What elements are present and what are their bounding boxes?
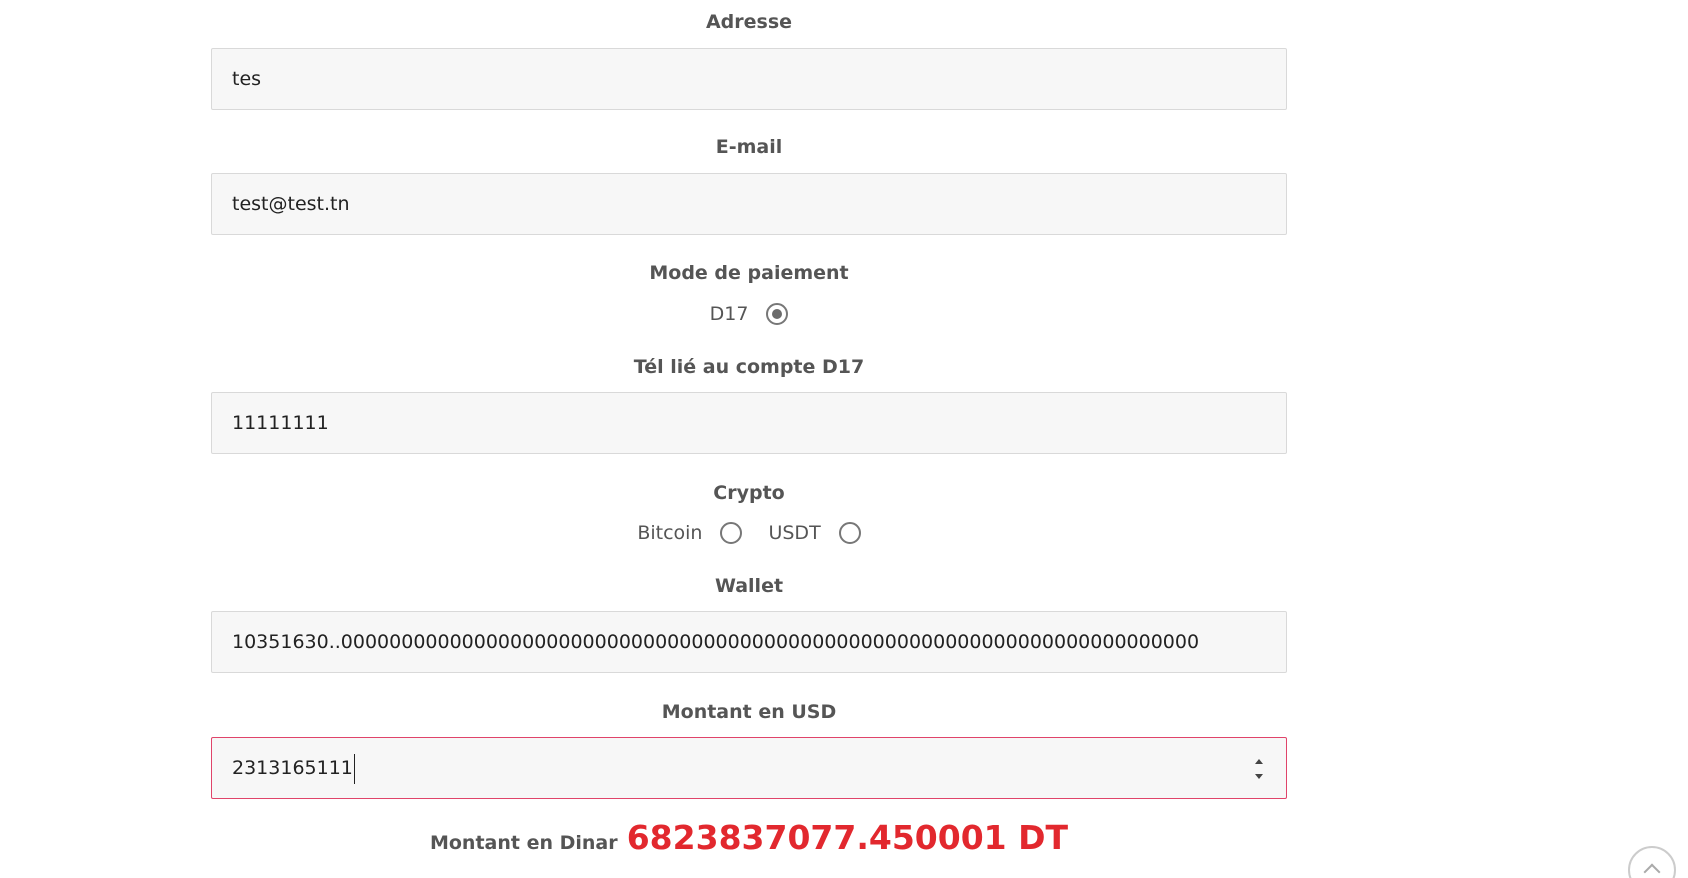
address-field[interactable]: tes bbox=[211, 48, 1287, 110]
radio-label-bitcoin: Bitcoin bbox=[637, 522, 703, 544]
amount-usd-value: 2313165111 bbox=[232, 757, 353, 779]
scroll-top-button[interactable] bbox=[1628, 846, 1676, 878]
crypto-label: Crypto bbox=[713, 482, 785, 504]
amount-dinar-value: 6823837077.450001 DT bbox=[626, 818, 1069, 857]
chevron-up-icon bbox=[1643, 863, 1661, 878]
wallet-value: 10351630..000000000000000000000000000000… bbox=[232, 631, 1200, 653]
radio-label-usdt: USDT bbox=[768, 522, 821, 544]
payment-mode-label: Mode de paiement bbox=[649, 262, 849, 284]
amount-dinar-row: Montant en Dinar 6823837077.450001 DT bbox=[211, 818, 1287, 857]
radio-label-d17: D17 bbox=[709, 303, 749, 325]
phone-label: Tél lié au compte D17 bbox=[633, 356, 865, 378]
amount-usd-value-wrap: 2313165111 bbox=[232, 738, 1266, 798]
payment-form-page: Adresse tes E-mail test@test.tn Mode de … bbox=[0, 0, 1688, 878]
radio-bitcoin[interactable] bbox=[720, 522, 743, 544]
text-caret bbox=[353, 753, 355, 784]
amount-usd-field[interactable]: 2313165111 bbox=[211, 737, 1287, 799]
number-spinner-icon[interactable] bbox=[1252, 756, 1266, 782]
email-value: test@test.tn bbox=[232, 193, 350, 215]
email-field[interactable]: test@test.tn bbox=[211, 173, 1287, 235]
radio-usdt[interactable] bbox=[838, 522, 861, 544]
amount-usd-label: Montant en USD bbox=[661, 701, 837, 723]
spin-down-icon[interactable] bbox=[1255, 774, 1263, 779]
address-value: tes bbox=[232, 68, 262, 90]
address-label: Adresse bbox=[705, 11, 793, 33]
payment-mode-options: D17 bbox=[211, 303, 1287, 325]
wallet-field[interactable]: 10351630..000000000000000000000000000000… bbox=[211, 611, 1287, 673]
crypto-options: Bitcoin USDT bbox=[211, 522, 1287, 544]
phone-value: 11111111 bbox=[232, 412, 329, 434]
amount-dinar-label: Montant en Dinar bbox=[429, 832, 618, 854]
phone-field[interactable]: 11111111 bbox=[211, 392, 1287, 454]
email-label: E-mail bbox=[715, 136, 783, 158]
radio-d17[interactable] bbox=[766, 303, 789, 325]
wallet-label: Wallet bbox=[714, 575, 784, 597]
spin-up-icon[interactable] bbox=[1255, 759, 1263, 764]
